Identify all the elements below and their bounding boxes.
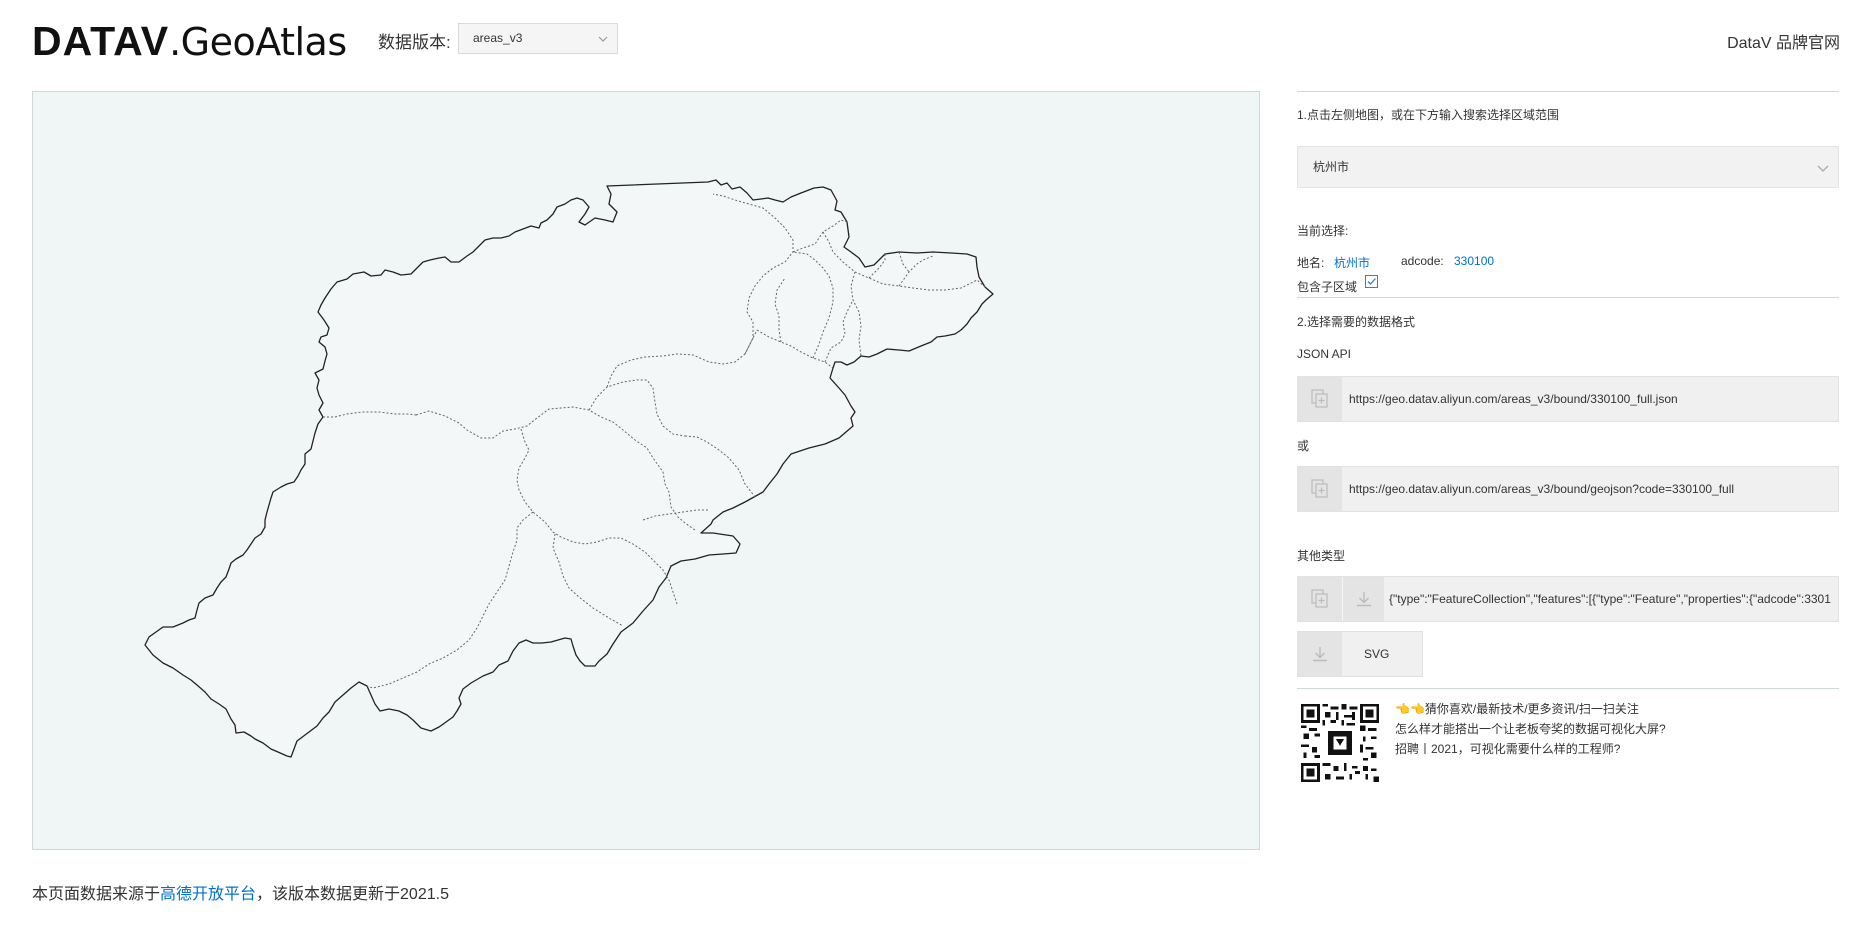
step2-label: 2.选择需要的数据格式 <box>1297 315 1416 329</box>
other-types-label: 其他类型 <box>1297 549 1346 563</box>
copy-icon <box>1311 389 1328 408</box>
header: DATAV .GeoAtlas 数据版本: areas_v3 DataV 品牌官… <box>32 14 1840 64</box>
chevron-down-icon <box>1817 165 1829 172</box>
copy-icon <box>1311 479 1328 498</box>
footer-suffix: ，该版本数据更新于2021.5 <box>256 886 449 903</box>
name-value: 杭州市 <box>1334 256 1371 270</box>
version-select-value: areas_v3 <box>473 31 523 45</box>
promo-line-1[interactable]: 👈👈猜你喜欢/最新技术/更多资讯/扫一扫关注 <box>1395 700 1639 717</box>
json-url-box-2[interactable]: https://geo.datav.aliyun.com/areas_v3/bo… <box>1297 466 1839 512</box>
copy-icon <box>1311 589 1328 608</box>
divider <box>1297 297 1839 298</box>
logo-light-text: .GeoAtlas <box>169 20 347 64</box>
include-subregion-label: 包含子区域 <box>1297 280 1358 294</box>
download-icon <box>1356 592 1371 607</box>
region-select-value: 杭州市 <box>1313 160 1350 174</box>
or-label: 或 <box>1297 439 1310 453</box>
download-button[interactable] <box>1298 632 1342 676</box>
svg-download-button[interactable]: SVG <box>1297 631 1423 677</box>
geojson-preview[interactable]: {"type":"FeatureCollection","features":[… <box>1389 577 1837 621</box>
geojson-box[interactable]: {"type":"FeatureCollection","features":[… <box>1297 576 1839 622</box>
copy-button[interactable] <box>1298 577 1342 621</box>
json-url-2[interactable]: https://geo.datav.aliyun.com/areas_v3/bo… <box>1349 467 1734 511</box>
qr-code-icon <box>1301 704 1379 782</box>
svg-label: SVG <box>1364 647 1390 661</box>
map-panel[interactable] <box>32 91 1260 850</box>
logo[interactable]: DATAV .GeoAtlas <box>32 18 347 64</box>
copy-button[interactable] <box>1298 467 1342 511</box>
divider <box>1297 688 1839 689</box>
footer: 本页面数据来源于高德开放平台，该版本数据更新于2021.5 <box>32 880 449 904</box>
json-url-box-1[interactable]: https://geo.datav.aliyun.com/areas_v3/bo… <box>1297 376 1839 422</box>
version-label: 数据版本: <box>378 33 451 52</box>
current-selection-label: 当前选择: <box>1297 224 1349 238</box>
json-api-label: JSON API <box>1297 347 1352 361</box>
json-url-1[interactable]: https://geo.datav.aliyun.com/areas_v3/bo… <box>1349 377 1678 421</box>
include-subregion-checkbox[interactable] <box>1365 275 1378 288</box>
region-outline-hangzhou[interactable] <box>144 179 994 758</box>
divider <box>1297 91 1839 92</box>
hangzhou-map[interactable] <box>33 92 1260 850</box>
promo-line-2[interactable]: 怎么样才能搭出一个让老板夸奖的数据可视化大屏? <box>1395 720 1666 737</box>
download-button[interactable] <box>1342 577 1384 621</box>
step1-label: 1.点击左侧地图，或在下方输入搜索选择区域范围 <box>1297 108 1560 122</box>
logo-bold-text: DATAV <box>32 18 170 64</box>
download-icon <box>1313 647 1327 662</box>
footer-prefix: 本页面数据来源于 <box>32 886 161 903</box>
brand-link[interactable]: DataV 品牌官网 <box>1727 29 1840 53</box>
chevron-down-icon <box>598 36 608 42</box>
region-select[interactable]: 杭州市 <box>1297 146 1839 188</box>
version-select[interactable]: areas_v3 <box>458 23 618 54</box>
footer-source-link[interactable]: 高德开放平台 <box>160 886 256 903</box>
checkbox-icon <box>1367 278 1376 285</box>
adcode-value: 330100 <box>1454 254 1495 268</box>
name-label: 地名: <box>1297 256 1325 270</box>
copy-button[interactable] <box>1298 377 1342 421</box>
adcode-label: adcode: <box>1401 254 1444 268</box>
promo-line-3[interactable]: 招聘丨2021，可视化需要什么样的工程师? <box>1395 740 1620 757</box>
